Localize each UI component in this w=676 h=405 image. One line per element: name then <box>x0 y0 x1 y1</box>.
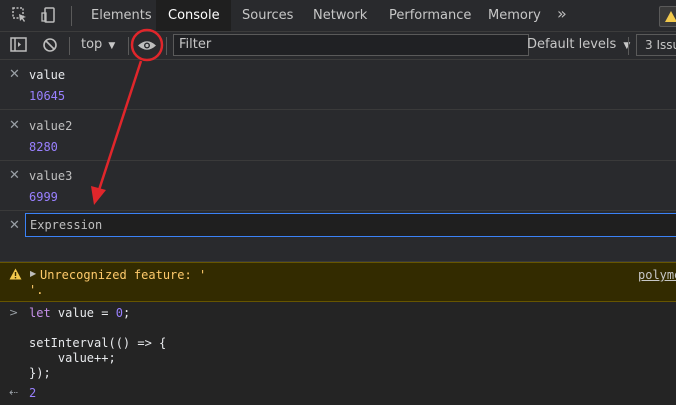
live-expression-name[interactable]: value3 <box>29 169 72 183</box>
code-line[interactable]: }); <box>29 366 51 380</box>
close-icon[interactable]: ✕ <box>9 67 20 82</box>
toolbar-separator <box>128 37 129 55</box>
live-expression-row: ✕ value 10645 <box>0 60 676 110</box>
clear-console-icon[interactable] <box>42 37 58 53</box>
toolbar-separator <box>69 37 70 55</box>
code-keyword: let <box>29 306 51 320</box>
code-text: ; <box>122 306 131 320</box>
warning-text: Unrecognized feature: ' <box>40 268 207 282</box>
live-expression-row: ✕ value2 8280 <box>0 110 676 161</box>
result-arrow-icon: ⇠ <box>9 386 19 399</box>
log-levels-select[interactable]: Default levels ▼ <box>527 37 630 52</box>
close-icon[interactable]: ✕ <box>9 168 20 183</box>
expression-input[interactable]: Expression <box>25 213 676 237</box>
inspect-icon[interactable] <box>11 6 29 24</box>
tab-elements[interactable]: Elements <box>79 0 164 31</box>
warning-icon <box>665 11 676 22</box>
source-link[interactable]: polyme <box>638 268 676 282</box>
close-icon[interactable]: ✕ <box>9 218 20 233</box>
chevron-down-icon: ▼ <box>108 41 116 51</box>
code-line[interactable]: setInterval(() => { <box>29 336 166 350</box>
live-expression-value: 6999 <box>29 190 58 204</box>
toolbar-separator <box>71 6 72 26</box>
log-levels-label: Default levels <box>527 37 617 52</box>
input-prompt-icon: > <box>9 306 19 319</box>
expand-arrow-icon[interactable]: ▶ <box>30 269 36 278</box>
device-toolbar-icon[interactable] <box>40 6 58 24</box>
console-warning-message: ▶ Unrecognized feature: ' '. polyme <box>0 262 676 302</box>
tab-console[interactable]: Console <box>156 0 231 31</box>
live-expression-row: ✕ value3 6999 <box>0 161 676 211</box>
toolbar-separator <box>628 37 629 55</box>
code-line[interactable]: let value = 0; <box>29 306 130 320</box>
context-select[interactable]: top ▼ <box>81 37 115 52</box>
devtools-tab-bar: Elements Console Sources Network Perform… <box>0 0 676 32</box>
tab-sources[interactable]: Sources <box>230 0 305 31</box>
code-line[interactable]: value++; <box>29 351 116 365</box>
tab-performance[interactable]: Performance <box>377 0 483 31</box>
live-expression-name[interactable]: value <box>29 68 65 82</box>
more-tabs-button[interactable]: » <box>557 4 567 23</box>
chevron-down-icon: ▼ <box>623 41 631 51</box>
close-icon[interactable]: ✕ <box>9 118 20 133</box>
code-number: 0 <box>115 306 123 320</box>
live-expression-value: 10645 <box>29 89 66 103</box>
issues-button[interactable]: 3 Issu <box>636 34 676 56</box>
tab-network[interactable]: Network <box>301 0 379 31</box>
code-text: value = <box>50 306 116 320</box>
tab-memory[interactable]: Memory <box>476 0 553 31</box>
result-value: 2 <box>29 386 37 400</box>
warning-text-continued: '. <box>29 283 44 297</box>
eye-icon[interactable] <box>137 39 157 52</box>
sidebar-toggle-icon[interactable] <box>10 37 27 53</box>
context-value: top <box>81 37 103 52</box>
warnings-badge[interactable] <box>659 6 676 27</box>
live-expression-name[interactable]: value2 <box>29 119 72 133</box>
live-expression-value: 8280 <box>29 140 58 154</box>
toolbar-separator <box>166 37 167 55</box>
filter-input[interactable]: Filter <box>173 34 529 56</box>
warning-icon <box>9 268 22 280</box>
console-toolbar: top ▼ Filter Default levels ▼ 3 Issu <box>0 32 676 60</box>
